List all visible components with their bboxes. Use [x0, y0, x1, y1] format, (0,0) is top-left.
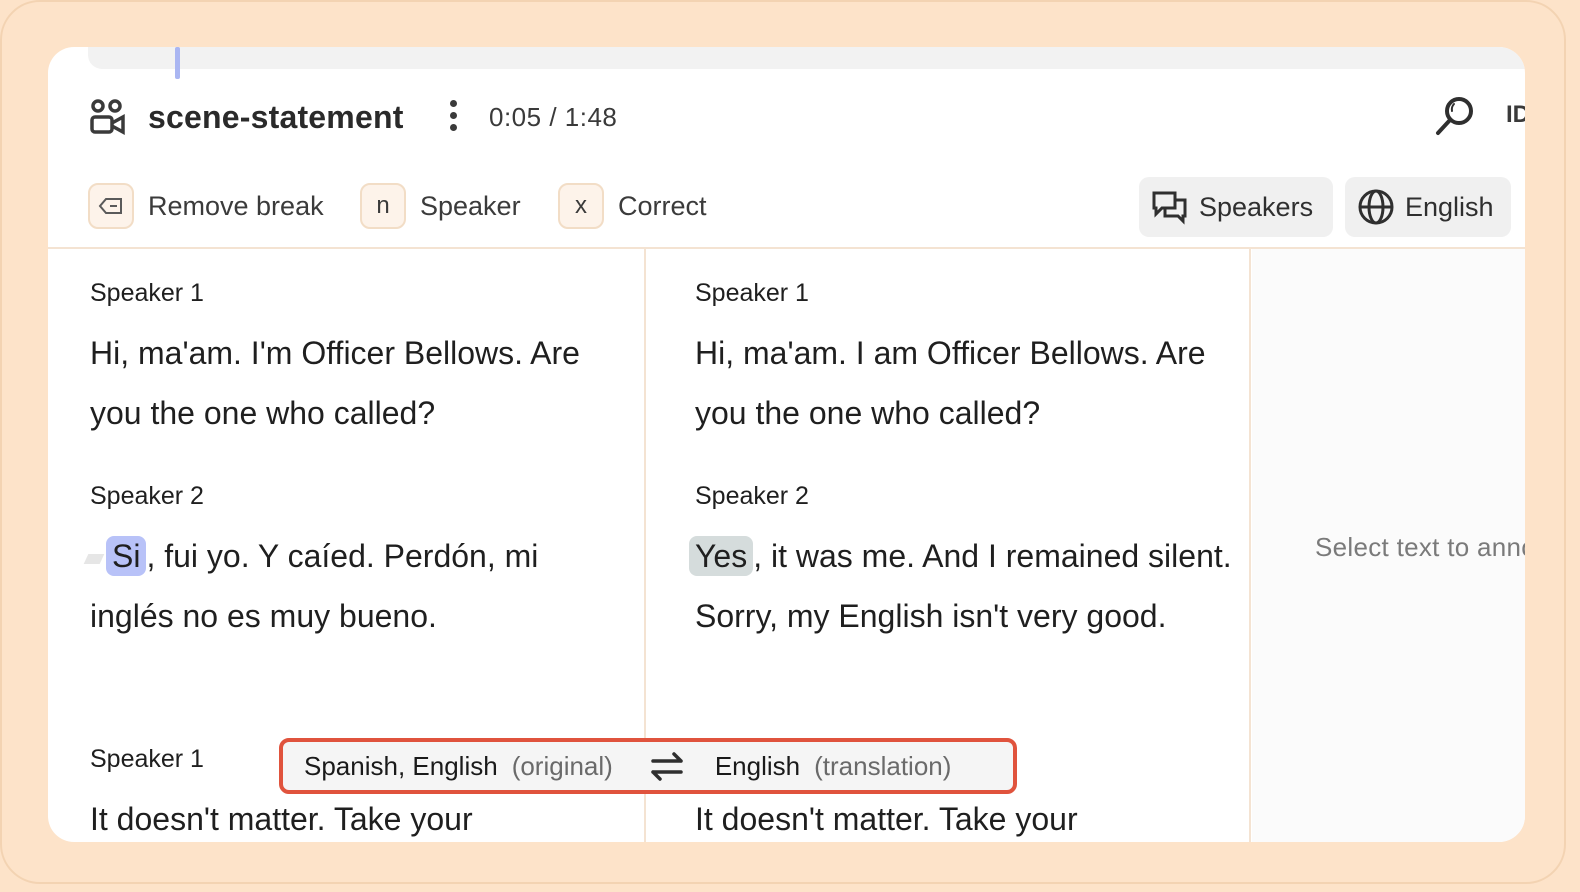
remove-break-button[interactable]: Remove break — [148, 190, 324, 222]
correct-key: x — [558, 183, 604, 229]
editor-window: scene-statement 0:05 / 1:48 ID Remove br… — [48, 47, 1525, 842]
correct-button[interactable]: Correct — [618, 190, 707, 222]
segment-text[interactable]: It doesn't matter. Take your — [90, 789, 630, 842]
segment-text[interactable]: Hi, ma'am. I'm Officer Bellows. Are you … — [90, 323, 630, 443]
transcript-segment[interactable]: Speaker 2 Yes, it was me. And I remained… — [689, 480, 1235, 646]
translation-tag: (translation) — [814, 750, 952, 781]
transcript-segment[interactable]: Speaker 1 Hi, ma'am. I'm Officer Bellows… — [90, 277, 630, 443]
segment-text-rest: , it was me. And I remained silent. Sorr… — [695, 538, 1232, 634]
speaker-button[interactable]: Speaker — [420, 190, 521, 222]
annotation-hint: Select text to annotate — [1315, 532, 1525, 562]
playback-time: 0:05 / 1:48 — [489, 102, 618, 132]
swap-arrows-icon[interactable] — [647, 751, 687, 781]
speakers-button-label: Speakers — [1199, 191, 1314, 222]
app-frame: scene-statement 0:05 / 1:48 ID Remove br… — [0, 0, 1566, 884]
segment-text[interactable]: Yes, it was me. And I remained silent. S… — [689, 526, 1235, 646]
language-pair-selector[interactable]: Spanish, English (original) English (tra… — [279, 738, 1017, 794]
segment-text-rest: , fui yo. Y caíed. Perdón, mi inglés no … — [90, 538, 539, 634]
segment-text[interactable]: Si, fui yo. Y caíed. Perdón, mi inglés n… — [83, 526, 630, 646]
timeline-scrubber[interactable] — [88, 47, 1525, 69]
speaker-label[interactable]: Speaker 2 — [90, 480, 630, 512]
language-button[interactable]: English — [1345, 177, 1511, 237]
segment-text[interactable]: It doesn't matter. Take your — [695, 789, 1235, 842]
transcript-segment[interactable]: Speaker 2 Si, fui yo. Y caíed. Perdón, m… — [83, 480, 630, 646]
globe-icon — [1358, 189, 1394, 225]
header: scene-statement 0:05 / 1:48 ID — [48, 95, 1525, 141]
backspace-key — [88, 183, 134, 229]
toolbar: Remove break n Speaker x Correct Speaker… — [48, 177, 1525, 241]
people-video-icon — [90, 99, 125, 135]
speaker-label[interactable]: Speaker 1 — [695, 277, 1235, 309]
more-options-icon[interactable] — [446, 100, 460, 134]
speaker-key: n — [360, 183, 406, 229]
break-marker[interactable] — [83, 553, 105, 564]
page-title: scene-statement — [148, 99, 404, 135]
highlighted-word[interactable]: Yes — [689, 536, 754, 576]
search-icon[interactable] — [1434, 95, 1476, 137]
highlighted-word[interactable]: Si — [106, 536, 147, 576]
chat-bubbles-icon — [1152, 191, 1187, 225]
original-tag: (original) — [511, 750, 613, 781]
segment-text[interactable]: Hi, ma'am. I am Officer Bellows. Are you… — [695, 323, 1235, 443]
translation-language: English — [714, 750, 801, 781]
speaker-label[interactable]: Speaker 1 — [90, 277, 630, 309]
playhead[interactable] — [175, 47, 180, 79]
backspace-icon — [98, 198, 122, 214]
transcript-segment[interactable]: Speaker 1 Hi, ma'am. I am Officer Bellow… — [695, 277, 1235, 443]
speakers-button[interactable]: Speakers — [1139, 177, 1333, 237]
language-button-label: English — [1405, 191, 1494, 222]
column-divider — [1249, 249, 1251, 842]
truncated-menu-label[interactable]: ID — [1506, 101, 1525, 129]
original-language: Spanish, English — [304, 750, 498, 781]
speaker-label[interactable]: Speaker 2 — [695, 480, 1235, 512]
